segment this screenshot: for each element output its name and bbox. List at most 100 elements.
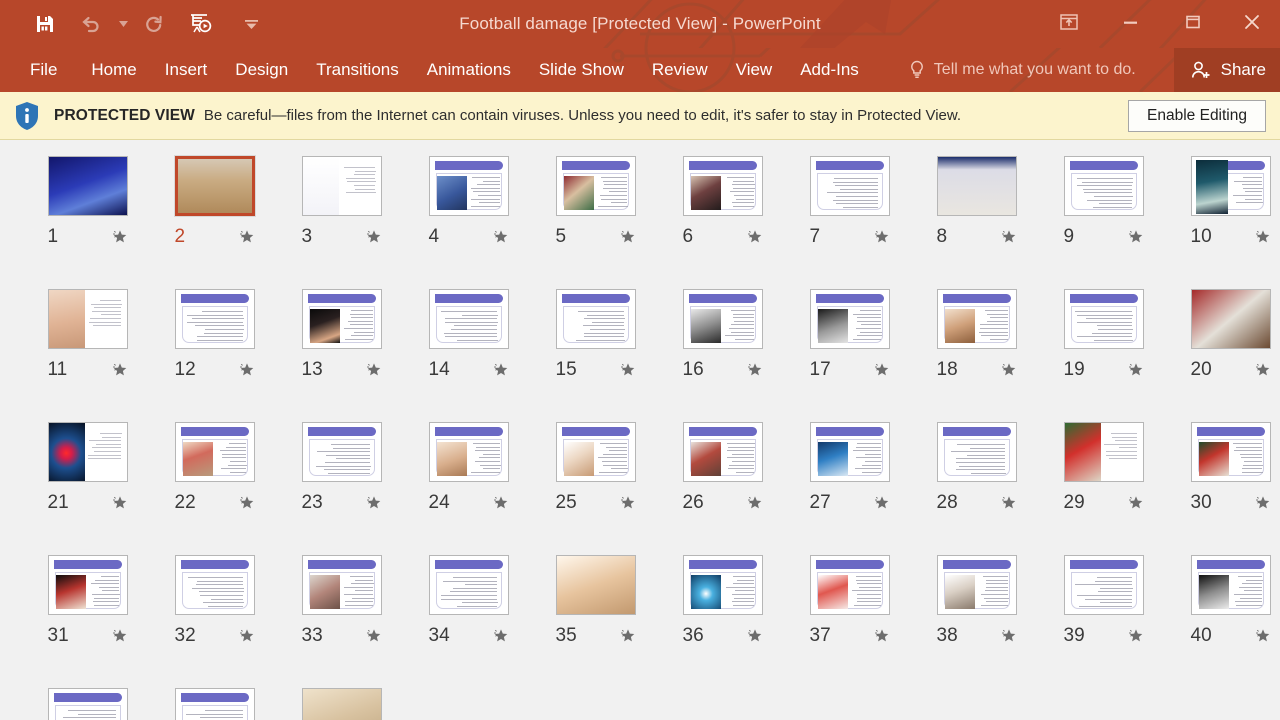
close-button[interactable] [1224,0,1280,44]
slide-animation-indicator[interactable] [747,495,763,511]
restore-button[interactable] [1162,0,1224,44]
star-animation-icon[interactable] [1001,362,1017,378]
slide-thumbnail-frame[interactable] [1063,422,1144,482]
slide-thumbnail-frame[interactable] [428,156,509,216]
slide-animation-indicator[interactable] [1255,628,1271,644]
star-animation-icon[interactable] [493,362,509,378]
slide-preview[interactable] [174,555,255,615]
slide-preview[interactable] [428,422,509,482]
slide-animation-indicator[interactable] [112,628,128,644]
slide-preview[interactable] [174,688,255,720]
slide-thumbnail-frame[interactable] [936,156,1017,216]
slide-thumbnail-21[interactable]: 21 [24,418,151,551]
slide-animation-indicator[interactable] [239,362,255,378]
slide-animation-indicator[interactable] [1001,362,1017,378]
slide-thumbnail-frame[interactable] [301,156,382,216]
slide-animation-indicator[interactable] [747,229,763,245]
star-animation-icon[interactable] [747,229,763,245]
slide-animation-indicator[interactable] [1255,495,1271,511]
slide-preview[interactable] [809,289,890,349]
slide-preview[interactable] [1190,555,1271,615]
star-animation-icon[interactable] [112,229,128,245]
slide-thumbnail-frame[interactable] [809,422,890,482]
slide-thumbnail-40[interactable]: 40 [1167,551,1280,684]
start-presentation-button[interactable] [178,4,224,44]
slide-thumbnail-10[interactable]: 10 [1167,152,1280,285]
slide-thumbnail-8[interactable]: 8 [913,152,1040,285]
slide-preview[interactable] [301,555,382,615]
slide-preview[interactable] [936,156,1017,216]
slide-preview[interactable] [47,422,128,482]
slide-thumbnail-frame[interactable] [682,289,763,349]
slide-preview[interactable] [174,289,255,349]
slide-thumbnail-18[interactable]: 18 [913,285,1040,418]
slide-preview[interactable] [809,422,890,482]
slide-thumbnail-3[interactable]: 3 [278,152,405,285]
ribbon-display-options-button[interactable] [1038,0,1100,44]
star-animation-icon[interactable] [239,495,255,511]
slide-thumbnail-25[interactable]: 25 [532,418,659,551]
star-animation-icon[interactable] [112,362,128,378]
slide-animation-indicator[interactable] [620,495,636,511]
slide-thumbnail-24[interactable]: 24 [405,418,532,551]
slide-animation-indicator[interactable] [620,362,636,378]
share-button[interactable]: Share [1173,48,1280,92]
slide-animation-indicator[interactable] [874,362,890,378]
slide-animation-indicator[interactable] [1128,495,1144,511]
slide-animation-indicator[interactable] [874,229,890,245]
slide-preview[interactable] [47,156,128,216]
slide-thumbnail-29[interactable]: 29 [1040,418,1167,551]
slide-preview[interactable] [555,555,636,615]
slide-animation-indicator[interactable] [239,495,255,511]
slide-thumbnail-28[interactable]: 28 [913,418,1040,551]
slide-thumbnail-frame[interactable] [555,289,636,349]
star-animation-icon[interactable] [620,495,636,511]
slide-thumbnail-30[interactable]: 30 [1167,418,1280,551]
slide-thumbnail-frame[interactable] [174,422,255,482]
slide-thumbnail-9[interactable]: 9 [1040,152,1167,285]
slide-thumbnail-14[interactable]: 14 [405,285,532,418]
slide-preview[interactable] [428,289,509,349]
slide-preview[interactable] [1063,422,1144,482]
slide-thumbnail-frame[interactable] [428,555,509,615]
slide-thumbnail-frame[interactable] [936,289,1017,349]
slide-thumbnail-42[interactable]: 42 [151,684,278,720]
slide-thumbnail-frame[interactable] [1190,555,1271,615]
star-animation-icon[interactable] [874,495,890,511]
undo-dropdown-button[interactable] [114,4,132,44]
slide-thumbnail-frame[interactable] [301,688,382,720]
slide-thumbnail-frame[interactable] [936,555,1017,615]
slide-thumbnail-frame[interactable] [809,289,890,349]
slide-thumbnail-frame[interactable] [809,555,890,615]
slide-thumbnail-15[interactable]: 15 [532,285,659,418]
slide-preview[interactable] [428,156,509,216]
slide-thumbnail-35[interactable]: 35 [532,551,659,684]
star-animation-icon[interactable] [620,229,636,245]
slide-preview[interactable] [1190,289,1271,349]
tab-review[interactable]: Review [638,48,722,92]
star-animation-icon[interactable] [620,362,636,378]
star-animation-icon[interactable] [239,362,255,378]
slide-preview[interactable] [682,289,763,349]
slide-thumbnail-39[interactable]: 39 [1040,551,1167,684]
slide-thumbnail-11[interactable]: 11 [24,285,151,418]
star-animation-icon[interactable] [112,628,128,644]
slide-thumbnail-frame[interactable] [47,289,128,349]
star-animation-icon[interactable] [112,495,128,511]
slide-animation-indicator[interactable] [493,229,509,245]
slide-thumbnail-frame[interactable] [936,422,1017,482]
slide-animation-indicator[interactable] [112,362,128,378]
star-animation-icon[interactable] [1001,628,1017,644]
slide-thumbnail-frame[interactable] [47,688,128,720]
star-animation-icon[interactable] [493,495,509,511]
slide-thumbnail-frame[interactable] [1063,555,1144,615]
slide-animation-indicator[interactable] [1128,628,1144,644]
tab-animations[interactable]: Animations [413,48,525,92]
slide-thumbnail-frame[interactable] [1190,289,1271,349]
slide-animation-indicator[interactable] [239,628,255,644]
star-animation-icon[interactable] [874,362,890,378]
star-animation-icon[interactable] [1128,229,1144,245]
slide-thumbnail-23[interactable]: 23 [278,418,405,551]
slide-animation-indicator[interactable] [493,495,509,511]
slide-thumbnail-1[interactable]: 1 [24,152,151,285]
